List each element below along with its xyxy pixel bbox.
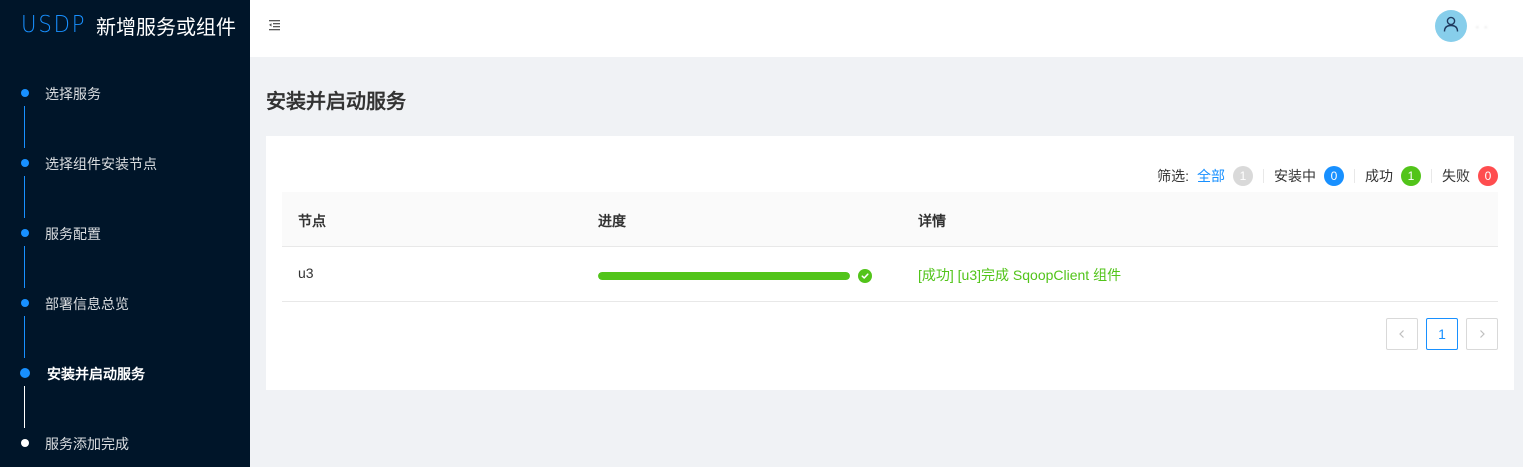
step-connector — [24, 106, 25, 148]
step-label: 服务添加完成 — [45, 436, 129, 452]
step-deploy-overview[interactable]: 部署信息总览 — [0, 292, 250, 314]
menu-fold-icon[interactable] — [266, 17, 282, 33]
filter-failed-label: 失败 — [1442, 168, 1470, 184]
pagination-page[interactable]: 1 — [1426, 318, 1458, 350]
check-circle-icon — [858, 269, 872, 283]
wizard-steps: 选择服务 选择组件安装节点 服务配置 部署信息总览 安装并启动服务 服务添加完成 — [0, 0, 250, 467]
user-icon — [1442, 15, 1460, 38]
step-select-nodes[interactable]: 选择组件安装节点 — [0, 152, 250, 174]
pagination-next[interactable] — [1466, 318, 1498, 350]
filter-all-label: 全部 — [1197, 168, 1225, 184]
chevron-right-icon — [1477, 326, 1487, 342]
sidebar: USDP 新增服务或组件 选择服务 选择组件安装节点 服务配置 部署信息总览 安… — [0, 0, 250, 467]
filter-installing[interactable]: 安装中 0 — [1274, 166, 1344, 186]
step-dot — [21, 229, 29, 237]
column-header-detail: 详情 — [918, 213, 946, 229]
pagination: 1 — [1378, 318, 1498, 350]
filter-divider — [1431, 169, 1432, 183]
username[interactable]: · · — [1475, 18, 1488, 34]
filter-failed[interactable]: 失败 0 — [1442, 166, 1498, 186]
filter-label: 筛选: — [1157, 168, 1189, 184]
user-avatar[interactable] — [1435, 10, 1467, 42]
step-dot — [20, 368, 30, 378]
filter-success-count: 1 — [1401, 166, 1421, 186]
page-title: 安装并启动服务 — [266, 91, 406, 113]
filter-divider — [1263, 169, 1264, 183]
install-table: 节点 进度 详情 u3 [成功] [u3]完成 SqoopClient 组件 — [282, 192, 1498, 302]
user-menu[interactable]: · · — [1435, 10, 1488, 42]
column-header-node: 节点 — [298, 213, 326, 229]
step-connector — [24, 246, 25, 288]
step-service-config[interactable]: 服务配置 — [0, 222, 250, 244]
step-connector — [24, 176, 25, 218]
step-label: 选择服务 — [45, 86, 101, 102]
step-label: 选择组件安装节点 — [45, 156, 157, 172]
chevron-left-icon — [1397, 326, 1407, 342]
pagination-prev[interactable] — [1386, 318, 1418, 350]
filter-success-label: 成功 — [1365, 168, 1393, 184]
filter-installing-label: 安装中 — [1274, 168, 1316, 184]
top-header: · · — [250, 0, 1523, 57]
step-label: 部署信息总览 — [45, 296, 129, 312]
step-connector — [24, 386, 25, 428]
filter-installing-count: 0 — [1324, 166, 1344, 186]
step-dot — [21, 299, 29, 307]
status-filter: 筛选: 全部 1 安装中 0 成功 1 失败 0 — [1157, 166, 1498, 186]
column-header-progress: 进度 — [598, 213, 626, 229]
step-dot — [21, 439, 29, 447]
progress-bar — [598, 269, 872, 283]
step-complete[interactable]: 服务添加完成 — [0, 432, 250, 454]
filter-failed-count: 0 — [1478, 166, 1498, 186]
detail-cell: [成功] [u3]完成 SqoopClient 组件 — [918, 267, 1122, 283]
step-label: 服务配置 — [45, 226, 101, 242]
step-connector — [24, 316, 25, 358]
step-dot — [21, 159, 29, 167]
install-status-card: 筛选: 全部 1 安装中 0 成功 1 失败 0 节点 进度 详情 u3 [成功… — [266, 136, 1514, 390]
filter-divider — [1354, 169, 1355, 183]
filter-success[interactable]: 成功 1 — [1365, 166, 1421, 186]
table-row: u3 [成功] [u3]完成 SqoopClient 组件 — [282, 247, 1498, 302]
step-label: 安装并启动服务 — [47, 366, 145, 382]
node-cell: u3 — [298, 265, 314, 281]
progress-track — [598, 272, 850, 280]
table-header: 节点 进度 详情 — [282, 192, 1498, 247]
step-select-service[interactable]: 选择服务 — [0, 82, 250, 104]
step-dot — [21, 89, 29, 97]
step-install-start[interactable]: 安装并启动服务 — [0, 362, 250, 384]
filter-all[interactable]: 全部 1 — [1197, 166, 1253, 186]
filter-all-count: 1 — [1233, 166, 1253, 186]
progress-fill — [598, 272, 850, 280]
